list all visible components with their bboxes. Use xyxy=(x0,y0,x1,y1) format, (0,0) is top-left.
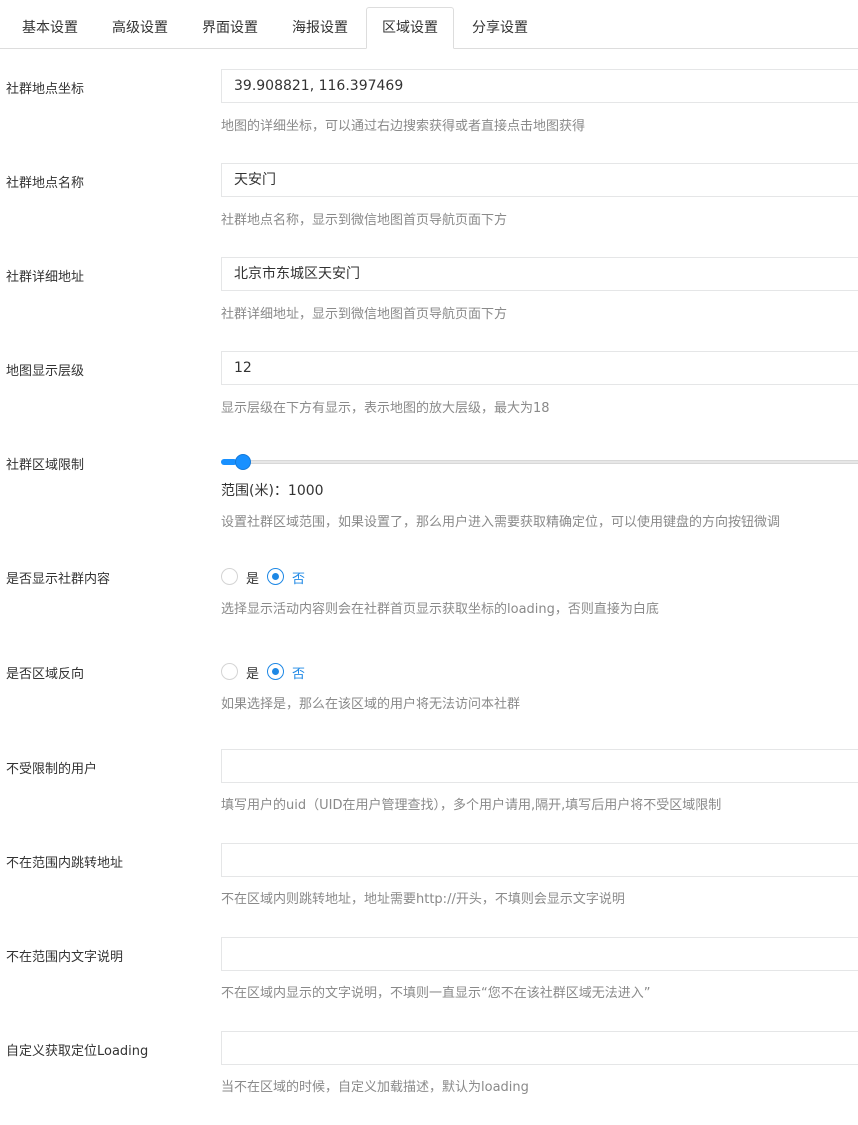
out-text-help: 不在区域内显示的文字说明，不填则一直显示“您不在该社群区域无法进入” xyxy=(221,986,651,1001)
settings-tabs: 基本设置 高级设置 界面设置 海报设置 区域设置 分享设置 xyxy=(0,0,858,49)
address-input[interactable]: 北京市东城区天安门 xyxy=(221,257,858,291)
region-reverse-yes-radio[interactable] xyxy=(221,663,238,680)
address-label: 社群详细地址 xyxy=(6,270,85,285)
redirect-url-input[interactable] xyxy=(221,843,858,877)
region-limit-label: 社群区域限制 xyxy=(6,458,85,473)
region-slider-thumb[interactable] xyxy=(235,454,252,470)
show-content-label: 是否显示社群内容 xyxy=(6,572,111,587)
tab-share-settings[interactable]: 分享设置 xyxy=(456,8,544,49)
region-reverse-no-label[interactable]: 否 xyxy=(292,663,305,682)
place-name-input[interactable]: 天安门 xyxy=(221,163,858,197)
show-content-help: 选择显示活动内容则会在社群首页显示获取坐标的loading，否则直接为白底 xyxy=(221,602,659,617)
out-text-label: 不在范围内文字说明 xyxy=(6,950,124,965)
loading-help: 当不在区域的时候，自定义加载描述，默认为loading xyxy=(221,1080,529,1095)
region-reverse-label: 是否区域反向 xyxy=(6,667,85,682)
show-content-no-radio[interactable] xyxy=(267,568,284,585)
zoom-help: 显示层级在下方有显示，表示地图的放大层级，最大为18 xyxy=(221,401,550,416)
unlimited-users-label: 不受限制的用户 xyxy=(6,762,98,777)
tab-poster-settings[interactable]: 海报设置 xyxy=(276,8,364,49)
region-slider-track[interactable] xyxy=(221,460,858,464)
show-content-no-label[interactable]: 否 xyxy=(292,568,305,587)
redirect-url-label: 不在范围内跳转地址 xyxy=(6,856,124,871)
tab-region-settings[interactable]: 区域设置 xyxy=(366,7,454,49)
region-reverse-no-radio[interactable] xyxy=(267,663,284,680)
show-content-yes-radio[interactable] xyxy=(221,568,238,585)
show-content-yes-label[interactable]: 是 xyxy=(246,568,259,587)
region-reverse-help: 如果选择是，那么在该区域的用户将无法访问本社群 xyxy=(221,697,521,712)
tab-advanced-settings[interactable]: 高级设置 xyxy=(96,8,184,49)
coords-input[interactable]: 39.908821, 116.397469 xyxy=(221,69,858,103)
loading-input[interactable] xyxy=(221,1031,858,1065)
out-text-input[interactable] xyxy=(221,937,858,971)
redirect-url-help: 不在区域内则跳转地址，地址需要http://开头，不填则会显示文字说明 xyxy=(221,892,625,907)
region-limit-help: 设置社群区域范围，如果设置了，那么用户进入需要获取精确定位，可以使用键盘的方向按… xyxy=(221,515,781,530)
zoom-label: 地图显示层级 xyxy=(6,364,85,379)
unlimited-users-input[interactable] xyxy=(221,749,858,783)
region-reverse-yes-label[interactable]: 是 xyxy=(246,663,259,682)
tab-basic-settings[interactable]: 基本设置 xyxy=(6,8,94,49)
region-range-text: 范围(米)：1000 xyxy=(221,483,324,499)
address-help: 社群详细地址，显示到微信地图首页导航页面下方 xyxy=(221,307,508,322)
tab-interface-settings[interactable]: 界面设置 xyxy=(186,8,274,49)
zoom-input[interactable]: 12 xyxy=(221,351,858,385)
coords-help: 地图的详细坐标，可以通过右边搜索获得或者直接点击地图获得 xyxy=(221,119,586,134)
unlimited-users-help: 填写用户的uid（UID在用户管理查找），多个用户请用,隔开,填写后用户将不受区… xyxy=(221,798,722,813)
place-name-label: 社群地点名称 xyxy=(6,176,85,191)
place-name-help: 社群地点名称，显示到微信地图首页导航页面下方 xyxy=(221,213,508,228)
coords-label: 社群地点坐标 xyxy=(6,82,85,97)
loading-label: 自定义获取定位Loading xyxy=(6,1044,149,1059)
